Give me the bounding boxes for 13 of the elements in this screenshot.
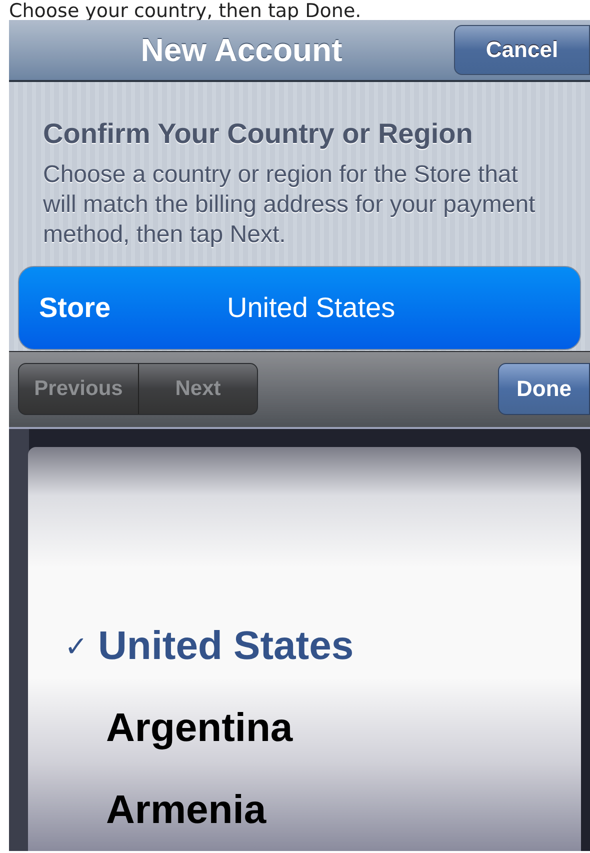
picker-option[interactable]: Armenia [28,769,581,851]
nav-title: New Account [140,32,344,69]
section-heading: Confirm Your Country or Region [42,118,474,150]
cancel-button[interactable]: Cancel [454,25,590,76]
instruction-text: Choose your country, then tap Done. [8,0,362,20]
picker-option[interactable]: ✓ United States [28,605,581,687]
store-value: United States [227,292,396,324]
picker-option[interactable]: Argentina [28,687,581,769]
description-text: Choose a country or region for the Store that will match the billing address for your payment method, then tap Next. [42,160,536,250]
done-button[interactable]: Done [498,363,590,416]
store-field[interactable]: Store United States [18,266,581,350]
checkmark-icon: ✓ [28,630,98,662]
store-label: Store [38,292,112,324]
